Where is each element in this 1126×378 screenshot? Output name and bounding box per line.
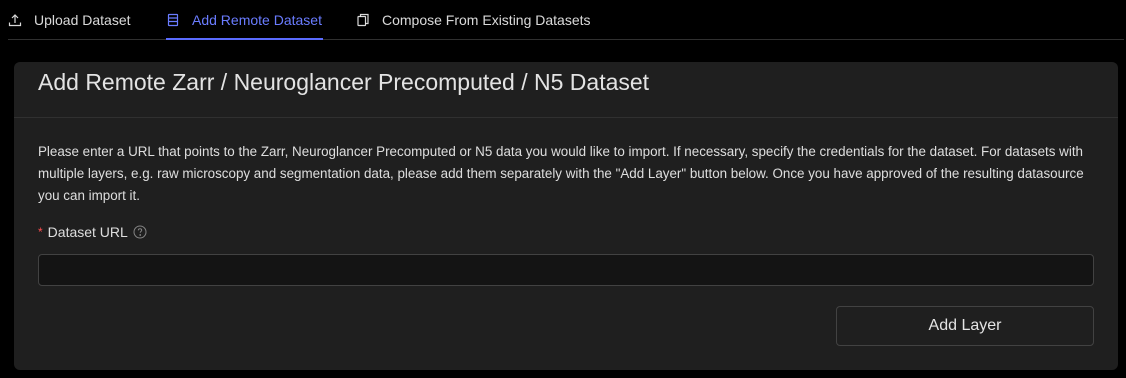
copy-icon bbox=[356, 13, 370, 27]
upload-icon bbox=[8, 13, 22, 27]
tab-add-remote-dataset[interactable]: Add Remote Dataset bbox=[166, 0, 322, 40]
tab-label: Compose From Existing Datasets bbox=[382, 12, 591, 28]
tab-upload-dataset[interactable]: Upload Dataset bbox=[8, 0, 131, 40]
dataset-url-input[interactable] bbox=[38, 254, 1094, 286]
add-layer-button[interactable]: Add Layer bbox=[836, 306, 1094, 346]
card-header: Add Remote Zarr / Neuroglancer Precomput… bbox=[14, 62, 1118, 118]
tab-label: Upload Dataset bbox=[34, 12, 131, 28]
tab-label: Add Remote Dataset bbox=[192, 12, 322, 28]
tab-compose-from-existing[interactable]: Compose From Existing Datasets bbox=[356, 0, 591, 40]
required-mark: * bbox=[38, 225, 43, 239]
dataset-url-label: * Dataset URL bbox=[38, 224, 147, 240]
active-tab-indicator bbox=[166, 38, 323, 40]
remote-dataset-card: Add Remote Zarr / Neuroglancer Precomput… bbox=[14, 62, 1118, 370]
dataset-tabs: Upload Dataset Add Remote Dataset Compos… bbox=[8, 0, 1124, 40]
dataset-url-label-text: Dataset URL bbox=[47, 224, 128, 240]
database-icon bbox=[166, 13, 180, 27]
card-title: Add Remote Zarr / Neuroglancer Precomput… bbox=[38, 69, 650, 95]
question-circle-icon[interactable] bbox=[133, 225, 147, 239]
card-description: Please enter a URL that points to the Za… bbox=[38, 144, 1084, 203]
